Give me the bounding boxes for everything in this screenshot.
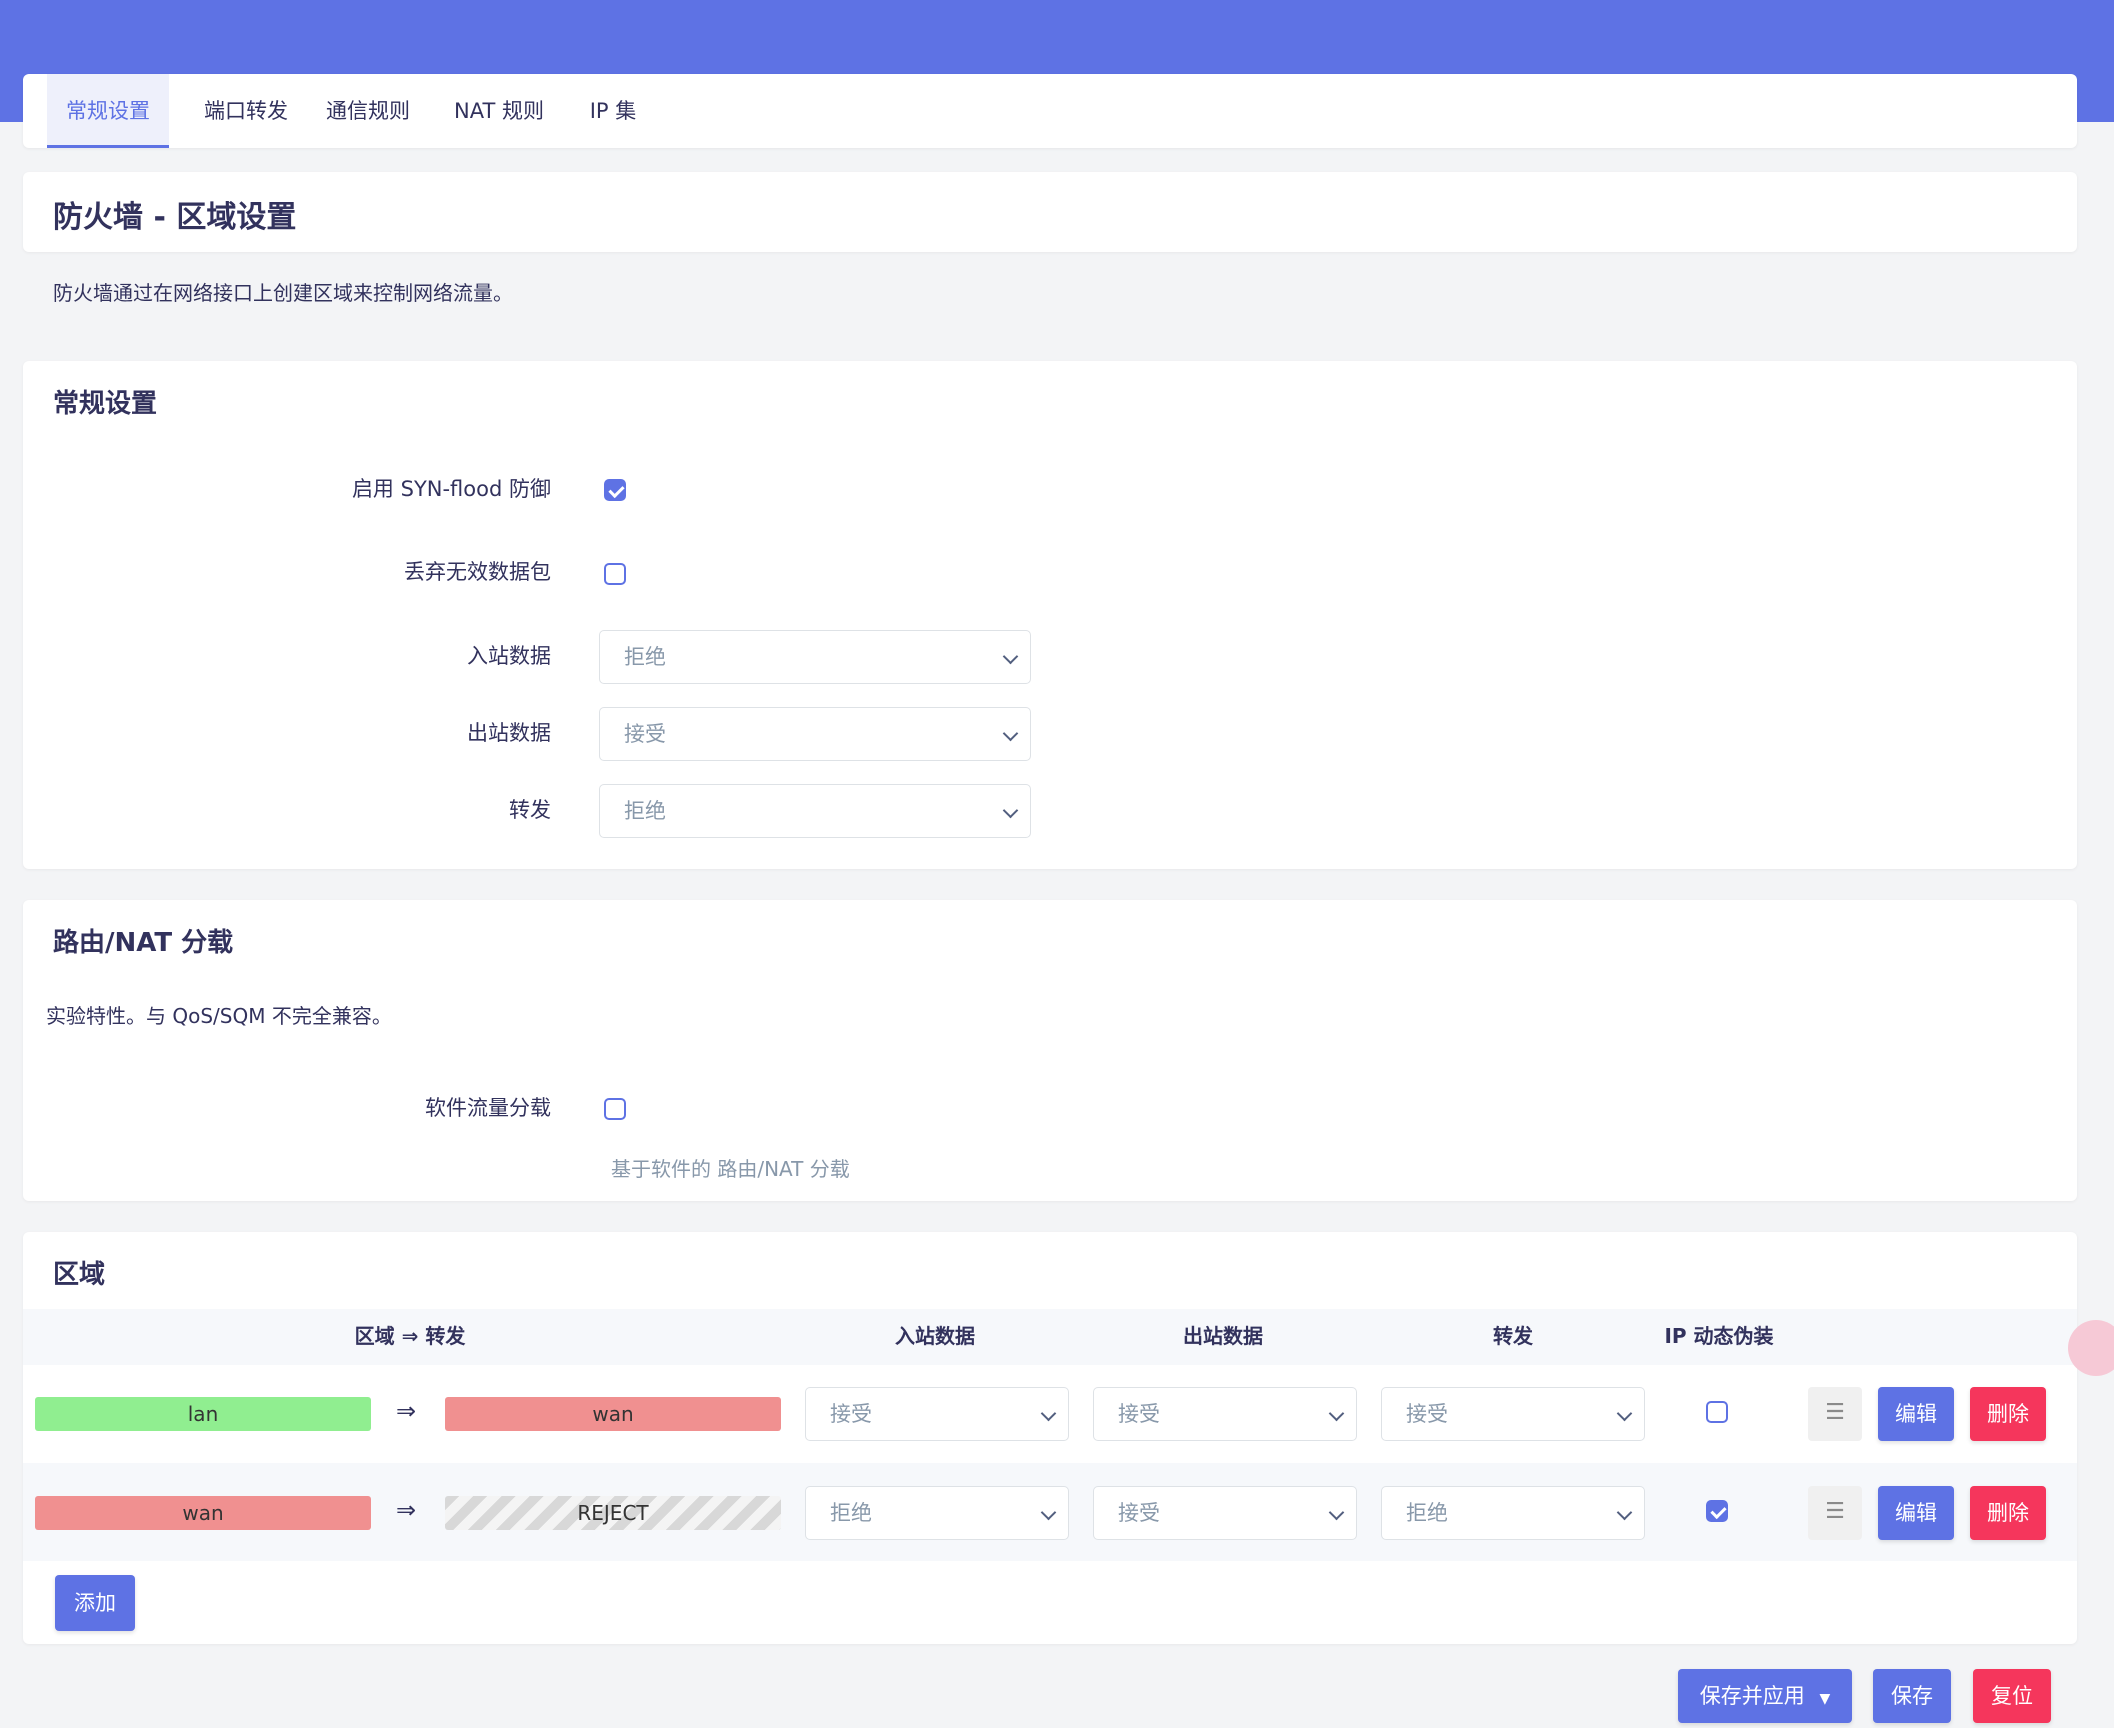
drop-invalid-row: 丢弃无效数据包: [23, 556, 551, 586]
chevron-down-icon: [1328, 1405, 1345, 1422]
drag-handle-icon[interactable]: ☰: [1808, 1486, 1862, 1540]
masquerade-checkbox[interactable]: [1706, 1401, 1728, 1423]
chevron-down-icon: [1002, 802, 1019, 819]
tab-traffic-rules[interactable]: 通信规则: [307, 74, 429, 148]
header-zone-forward: 区域 ⇒ 转发: [354, 1324, 466, 1348]
header-forward: 转发: [1493, 1324, 1533, 1348]
section-title-general: 常规设置: [53, 389, 158, 419]
zone-output-value: 接受: [1118, 1402, 1160, 1426]
page-description: 防火墙通过在网络接口上创建区域来控制网络流量。: [53, 281, 513, 305]
tab-bar: 常规设置 端口转发 通信规则 NAT 规则 IP 集: [23, 74, 2077, 148]
save-apply-button[interactable]: 保存并应用 ▼: [1678, 1669, 1852, 1723]
forward-target-badge: wan: [445, 1397, 781, 1431]
save-button[interactable]: 保存: [1873, 1669, 1951, 1723]
masquerade-checkbox[interactable]: [1706, 1500, 1728, 1522]
chevron-down-icon: [1616, 1504, 1633, 1521]
output-policy-value: 接受: [624, 722, 666, 746]
reset-button[interactable]: 复位: [1973, 1669, 2051, 1723]
chevron-down-icon: [1616, 1405, 1633, 1422]
forward-arrow: ⇒: [396, 1496, 417, 1524]
zone-output-select[interactable]: 接受: [1093, 1387, 1357, 1441]
output-row: 出站数据: [23, 717, 551, 747]
chevron-down-icon: [1328, 1504, 1345, 1521]
zone-forward-value: 接受: [1406, 1402, 1448, 1426]
chevron-down-icon: [1040, 1504, 1057, 1521]
chevron-down-icon: [1040, 1405, 1057, 1422]
syn-flood-checkbox[interactable]: [604, 479, 626, 501]
drag-handle-icon[interactable]: ☰: [1808, 1387, 1862, 1441]
zone-name-badge: lan: [35, 1397, 371, 1431]
page-title: 防火墙 - 区域设置: [53, 200, 297, 235]
section-title-zones: 区域: [53, 1260, 106, 1290]
chevron-down-icon: [1002, 648, 1019, 665]
zone-input-select[interactable]: 接受: [805, 1387, 1069, 1441]
forward-row: 转发: [23, 794, 551, 824]
forward-target-badge: REJECT: [445, 1496, 781, 1530]
delete-button[interactable]: 删除: [1970, 1486, 2046, 1540]
syn-flood-row: 启用 SYN-flood 防御: [23, 473, 551, 503]
zone-input-value: 接受: [830, 1402, 872, 1426]
page-title-card: 防火墙 - 区域设置: [23, 172, 2077, 252]
zone-forward-select[interactable]: 拒绝: [1381, 1486, 1645, 1540]
caret-down-icon: ▼: [1819, 1691, 1831, 1707]
output-label: 出站数据: [467, 721, 551, 745]
software-offload-row: 软件流量分载: [23, 1092, 551, 1122]
forward-policy-value: 拒绝: [624, 799, 666, 823]
header-masquerade: IP 动态伪装: [1664, 1324, 1774, 1348]
tab-port-forwards[interactable]: 端口转发: [185, 74, 307, 148]
save-apply-label: 保存并应用: [1699, 1684, 1805, 1708]
syn-flood-label: 启用 SYN-flood 防御: [351, 477, 551, 501]
zone-forward-value: 拒绝: [1406, 1501, 1448, 1525]
software-offload-label: 软件流量分载: [425, 1096, 551, 1120]
tab-ip-sets[interactable]: IP 集: [569, 74, 657, 148]
input-row: 入站数据: [23, 640, 551, 670]
software-offload-hint: 基于软件的 路由/NAT 分载: [611, 1157, 850, 1181]
input-label: 入站数据: [467, 644, 551, 668]
input-policy-select[interactable]: 拒绝: [599, 630, 1031, 684]
edit-button[interactable]: 编辑: [1878, 1486, 1954, 1540]
output-policy-select[interactable]: 接受: [599, 707, 1031, 761]
delete-button[interactable]: 删除: [1970, 1387, 2046, 1441]
drop-invalid-label: 丢弃无效数据包: [404, 560, 551, 584]
input-policy-value: 拒绝: [624, 645, 666, 669]
zone-output-select[interactable]: 接受: [1093, 1486, 1357, 1540]
zone-input-value: 拒绝: [830, 1501, 872, 1525]
drop-invalid-checkbox[interactable]: [604, 563, 626, 585]
forward-arrow: ⇒: [396, 1397, 417, 1425]
tab-general-settings[interactable]: 常规设置: [47, 74, 169, 148]
offload-card: 路由/NAT 分载 实验特性。与 QoS/SQM 不完全兼容。 软件流量分载 基…: [23, 900, 2077, 1201]
zone-name-badge: wan: [35, 1496, 371, 1530]
forward-label: 转发: [509, 798, 551, 822]
general-settings-card: 常规设置 启用 SYN-flood 防御 丢弃无效数据包 入站数据 拒绝 出站数…: [23, 361, 2077, 869]
section-title-offload: 路由/NAT 分载: [53, 928, 234, 958]
add-zone-button[interactable]: 添加: [55, 1575, 135, 1631]
header-output: 出站数据: [1183, 1324, 1263, 1348]
header-input: 入站数据: [895, 1324, 975, 1348]
zone-output-value: 接受: [1118, 1501, 1160, 1525]
chevron-down-icon: [1002, 725, 1019, 742]
software-offload-checkbox[interactable]: [604, 1098, 626, 1120]
forward-policy-select[interactable]: 拒绝: [599, 784, 1031, 838]
edit-button[interactable]: 编辑: [1878, 1387, 1954, 1441]
tab-nat-rules[interactable]: NAT 规则: [431, 74, 567, 148]
zone-forward-select[interactable]: 接受: [1381, 1387, 1645, 1441]
zone-input-select[interactable]: 拒绝: [805, 1486, 1069, 1540]
offload-description: 实验特性。与 QoS/SQM 不完全兼容。: [46, 1004, 392, 1028]
